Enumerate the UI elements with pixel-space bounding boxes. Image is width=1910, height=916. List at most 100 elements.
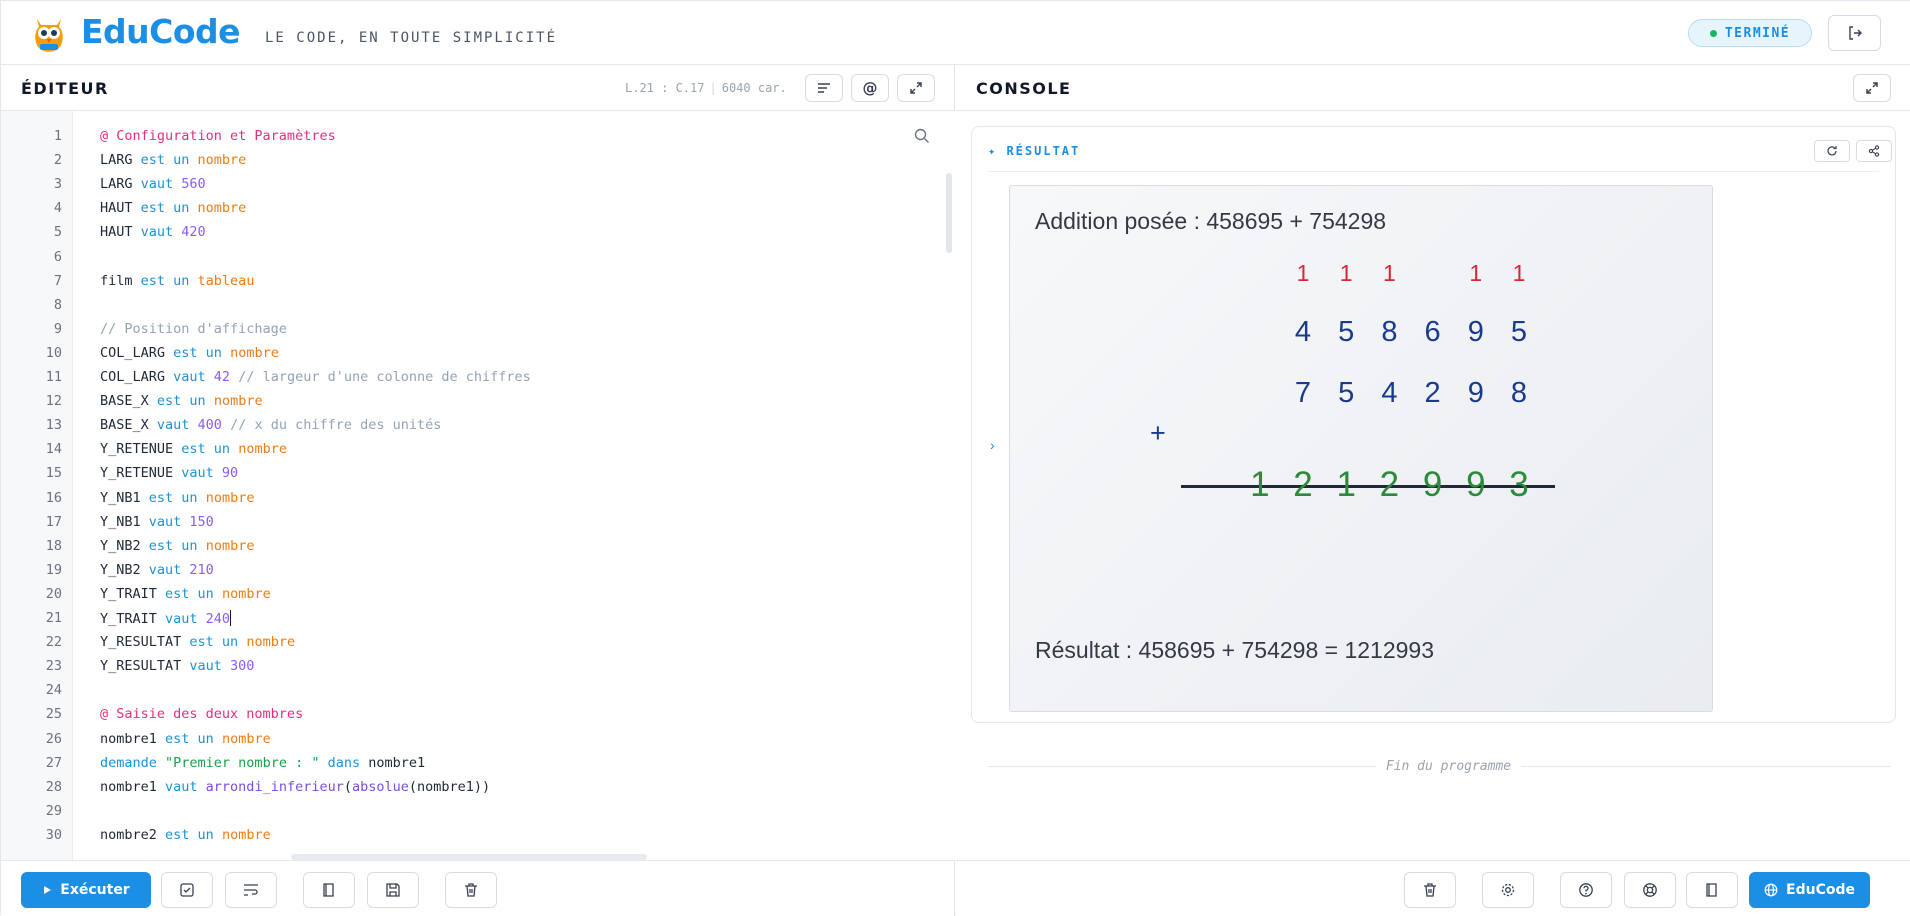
code-token: 300 [230, 658, 255, 675]
chevron-right-icon[interactable]: › [990, 437, 995, 453]
cursor-line-col: L.21 : C.17 [625, 81, 705, 95]
save-button[interactable] [367, 872, 419, 908]
code-token: nombre [205, 489, 255, 506]
cursor-position: L.21 : C.17 | 6040 car. [625, 81, 787, 95]
logout-button[interactable] [1828, 15, 1881, 51]
code-token: (nombre1)) [408, 778, 491, 795]
code-token: vaut [148, 513, 190, 530]
code-token: vaut [140, 176, 182, 193]
code-token: nombre1 [100, 730, 166, 747]
code-token: Y_RETENUE [100, 465, 182, 482]
refresh-icon [1827, 146, 1837, 156]
code-token: est un [140, 152, 198, 169]
run-button[interactable]: Exécuter [21, 872, 151, 908]
code-line: HAUT est un nombre [100, 200, 246, 216]
code-line: Y_TRAIT est un nombre [100, 586, 271, 602]
line-number: 3 [53, 176, 62, 193]
wrap-text-icon [244, 884, 258, 896]
line-number: 24 [45, 682, 62, 699]
editor-title: ÉDITEUR [21, 79, 109, 98]
top-header: EduCode LE CODE, EN TOUTE SIMPLICITÉ TER… [1, 1, 1910, 65]
code-line: Y_NB2 est un nombre [100, 538, 254, 554]
code-line: // Position d'affichage [100, 321, 287, 337]
code-token: @ Configuration et Paramètres [100, 128, 336, 144]
code-token: est un [140, 272, 198, 289]
clear-button[interactable] [445, 872, 497, 908]
code-token: est un [140, 200, 198, 217]
trash-icon [1424, 883, 1436, 897]
line-number: 17 [45, 513, 62, 530]
line-number: 20 [45, 585, 62, 602]
code-line: nombre1 vaut arrondi_inferieur(absolue(n… [100, 779, 490, 795]
line-number: 1 [53, 128, 62, 144]
code-token: 90 [221, 465, 239, 482]
code-token: 42 [213, 369, 239, 385]
code-token: vaut [140, 224, 182, 241]
end-label: Fin du programme [1375, 759, 1522, 774]
operand2-digit: 8 [1510, 377, 1528, 409]
editor-toolbar: Exécuter [1, 860, 954, 916]
line-number: 30 [45, 826, 62, 843]
code-token: Y_RESULTAT [100, 658, 190, 675]
educode-site-button[interactable]: EduCode [1749, 872, 1870, 908]
console-toolbar: EduCode [956, 860, 1910, 916]
console-header: CONSOLE [956, 65, 1910, 111]
code-line: BASE_X est un nombre [100, 393, 263, 409]
expand-icon [910, 82, 922, 94]
manual-button[interactable] [1686, 872, 1738, 908]
code-token: vaut [156, 417, 198, 434]
code-token: HAUT [100, 200, 141, 217]
code-token: BASE_X [100, 417, 157, 434]
expand-editor-button[interactable] [897, 74, 935, 102]
line-number: 12 [45, 393, 62, 410]
operand1-digit: 4 [1294, 316, 1312, 348]
support-button[interactable] [1624, 872, 1676, 908]
line-number: 22 [45, 634, 62, 651]
code-token: absolue [351, 778, 409, 795]
console-panel: CONSOLE ✦ RÉSULTAT › Addition posée : 45… [956, 65, 1910, 916]
expand-console-button[interactable] [1853, 74, 1891, 102]
at-icon: @ [862, 79, 878, 97]
line-number: 10 [45, 344, 62, 361]
help-button[interactable] [1560, 872, 1612, 908]
code-line: Y_NB1 est un nombre [100, 490, 254, 506]
share-button[interactable] [1856, 140, 1892, 162]
docs-button[interactable] [303, 872, 355, 908]
line-number-partial [12, 851, 62, 859]
search-icon[interactable] [913, 127, 931, 145]
plus-operator: + [1150, 418, 1166, 448]
status-badge: TERMINÉ [1688, 19, 1812, 47]
result-digit: 1 [1250, 465, 1270, 504]
line-number: 19 [45, 561, 62, 578]
vertical-scrollbar[interactable] [946, 173, 952, 253]
code-token: BASE_X [100, 393, 157, 410]
settings-button[interactable] [1482, 872, 1534, 908]
at-symbol-button[interactable]: @ [851, 74, 889, 102]
code-token: vaut [165, 611, 206, 627]
status-label: TERMINÉ [1724, 25, 1791, 41]
clear-console-button[interactable] [1404, 872, 1456, 908]
code-line: COL_LARG est un nombre [100, 345, 279, 361]
result-digit: 2 [1293, 465, 1313, 504]
code-token: est un [165, 730, 222, 747]
globe-icon [1764, 883, 1778, 897]
code-token: demande [100, 754, 166, 771]
code-token: 420 [181, 224, 206, 241]
refresh-button[interactable] [1814, 140, 1850, 162]
carry-digit: 1 [1296, 260, 1310, 286]
code-line: HAUT vaut 420 [100, 224, 206, 240]
indent-button[interactable] [225, 872, 277, 908]
format-button[interactable] [805, 74, 843, 102]
operand1-digit: 5 [1338, 316, 1355, 348]
code-token: est un [165, 585, 222, 602]
code-token: // Position d'affichage [100, 320, 287, 337]
code-line: Y_RETENUE est un nombre [100, 441, 287, 457]
result-card: ✦ RÉSULTAT › Addition posée : 458695 + 7… [971, 126, 1896, 723]
line-number: 7 [53, 272, 62, 289]
code-editor[interactable]: 1 2 3 4 5 6 7 8 9 10 11 12 13 14 15 16 17 18 19 20 21 22 23 24 2… [1, 111, 955, 860]
code-token: nombre1 [368, 754, 426, 771]
code-token: Y_RETENUE [100, 441, 182, 458]
carry-digit: 1 [1382, 260, 1396, 286]
end-of-program: Fin du programme [956, 757, 1910, 775]
check-button[interactable] [161, 872, 213, 908]
